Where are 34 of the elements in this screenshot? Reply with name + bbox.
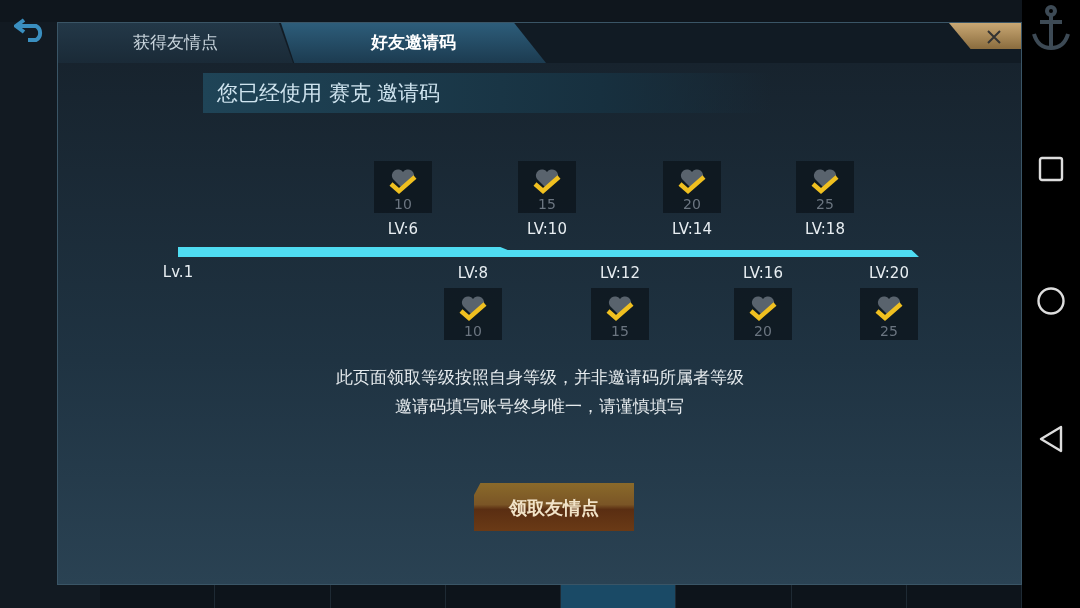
level-label: LV:10 — [527, 220, 567, 238]
level-label: LV:18 — [805, 220, 845, 238]
reward-tile[interactable]: 20 — [734, 288, 792, 340]
reward-amount: 20 — [753, 324, 773, 338]
claim-button[interactable]: 领取友情点 — [474, 483, 634, 531]
tab[interactable]: 获得友情点 — [58, 23, 293, 63]
close-icon — [986, 28, 1002, 45]
reward-amount: 15 — [537, 197, 557, 211]
reward-tile[interactable]: 25 — [796, 161, 854, 213]
level-label: LV:16 — [743, 264, 783, 282]
level-label: LV:14 — [672, 220, 712, 238]
notice-text: 此页面领取等级按照自身等级，并非邀请码所属者等级 — [334, 366, 745, 389]
level-label: LV:12 — [600, 264, 640, 282]
home-icon[interactable] — [1036, 286, 1066, 316]
tab[interactable]: 好友邀请码 — [281, 23, 546, 63]
level-label: LV:8 — [457, 264, 489, 282]
reward-amount: 10 — [463, 324, 483, 338]
reward-tile[interactable]: 25 — [860, 288, 918, 340]
reward-tile[interactable]: 15 — [591, 288, 649, 340]
back-icon[interactable] — [1038, 424, 1064, 454]
reward-amount: 10 — [393, 197, 413, 211]
reward-tile[interactable]: 15 — [518, 161, 576, 213]
notice-text: 邀请码填写账号终身唯一，请谨慎填写 — [394, 395, 685, 418]
reward-amount: 15 — [610, 324, 630, 338]
level-label: Lv.1 — [162, 263, 194, 281]
reward-tile[interactable]: 10 — [374, 161, 432, 213]
level-label: LV:20 — [869, 264, 909, 282]
reward-amount: 25 — [815, 197, 835, 211]
reward-tile[interactable]: 20 — [663, 161, 721, 213]
reward-tile[interactable]: 10 — [444, 288, 502, 340]
reward-amount: 25 — [879, 324, 899, 338]
reward-amount: 20 — [682, 197, 702, 211]
level-label: LV:6 — [387, 220, 419, 238]
recent-apps-icon[interactable] — [1038, 156, 1064, 182]
